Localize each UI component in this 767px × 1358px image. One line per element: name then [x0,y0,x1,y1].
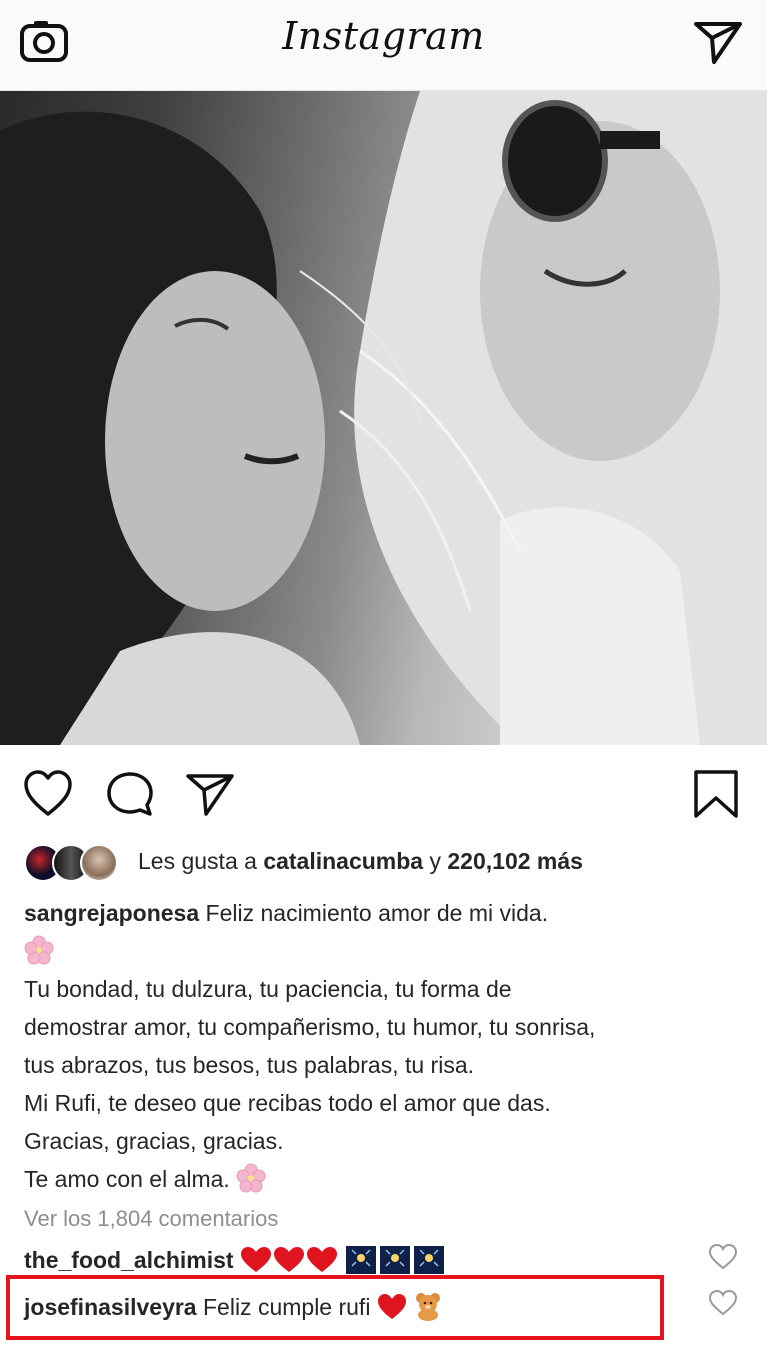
caption-text: Feliz nacimiento amor de mi vida. [199,900,549,926]
paper-plane-icon[interactable] [692,16,744,66]
comment-like-heart-icon[interactable] [708,1289,738,1317]
comment-row: the_food_alchimist [24,1246,724,1274]
likes-prefix: Les gusta a [138,848,264,874]
likes-text: Les gusta a catalinacumba y 220,102 más [138,848,583,875]
liker-username[interactable]: catalinacumba [263,848,423,874]
bookmark-icon[interactable] [690,768,742,820]
view-all-comments-link[interactable]: Ver los 1,804 comentarios [24,1206,278,1232]
photo-illustration [0,91,767,745]
caption-text: Te amo con el alma. [24,1166,237,1192]
caption-emoji-line [24,932,744,970]
post-caption: sangrejaponesa Feliz nacimiento amor de … [24,894,744,1198]
highlight-box [6,1275,664,1340]
caption-line: demostrar amor, tu compañerismo, tu humo… [24,1014,596,1040]
post-action-bar [0,760,767,824]
red-hearts-emoji [241,1247,337,1272]
caption-line: Gracias, gracias, gracias. [24,1128,284,1154]
liker-avatars [24,842,134,882]
caption-line: Mi Rufi, te deseo que recibas todo el am… [24,1090,551,1116]
comment-like-heart-icon[interactable] [708,1243,738,1271]
caption-username[interactable]: sangrejaponesa [24,900,199,926]
app-title: Instagram [282,14,485,58]
cherry-blossom-icon [24,935,54,965]
caption-line: tus abrazos, tus besos, tus palabras, tu… [24,1052,475,1078]
comment-username[interactable]: the_food_alchimist [24,1247,234,1273]
top-bar: Instagram [0,0,767,91]
caption-first-line: sangrejaponesa Feliz nacimiento amor de … [24,894,744,932]
caption-line: Tu bondad, tu dulzura, tu paciencia, tu … [24,976,512,1002]
likes-count[interactable]: 220,102 más [447,848,583,874]
heart-outline-icon[interactable] [22,768,74,820]
likes-summary[interactable]: Les gusta a catalinacumba y 220,102 más [24,842,744,882]
cherry-blossom-icon [236,1163,266,1193]
paper-plane-icon[interactable] [184,768,236,820]
fireworks-emoji [346,1246,445,1274]
caption-last-line: Te amo con el alma. [24,1160,744,1198]
post-photo[interactable] [0,91,767,745]
avatar [80,844,118,882]
likes-connector: y [423,848,448,874]
comment-bubble-icon[interactable] [104,768,156,820]
